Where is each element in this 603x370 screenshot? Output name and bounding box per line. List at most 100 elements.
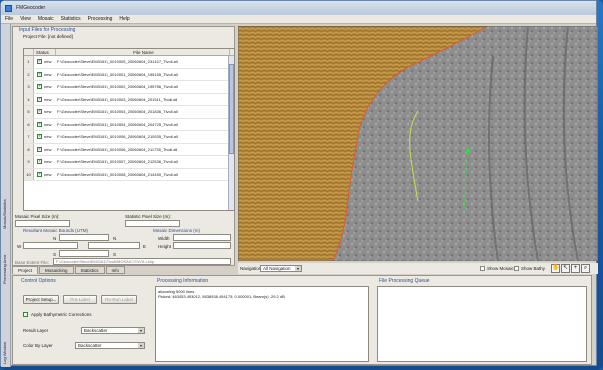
window-title: FMGeocoder xyxy=(16,5,46,11)
table-row[interactable]: 7 new F:\Geocoder\Steve\EM3161\_0010006_20… xyxy=(24,131,234,144)
row-status: new xyxy=(44,121,52,127)
table-row[interactable]: 4 new F:\Geocoder\Steve\EM3161\_0010003_20… xyxy=(24,93,234,106)
table-row[interactable]: 6 new F:\Geocoder\Steve\EM3161\_0010004_20… xyxy=(24,118,234,131)
row-checkbox[interactable] xyxy=(37,133,42,140)
result-layer-select[interactable]: Backscatter ▾ xyxy=(81,327,145,334)
zoom-tool-icon[interactable]: ⌕ xyxy=(581,264,590,273)
bound-n-unit: N xyxy=(113,236,117,241)
re-run-label-button[interactable]: Re-Run Label xyxy=(101,295,137,304)
menu-processing[interactable]: Processing xyxy=(88,16,113,22)
chevron-down-icon: ▾ xyxy=(138,343,144,348)
backscatter-mosaic[interactable] xyxy=(238,26,598,261)
table-row[interactable]: 5 new F:\Geocoder\Steve\EM3161\_0010004_20… xyxy=(24,106,234,119)
tab-project[interactable]: Project xyxy=(12,266,39,274)
tab-mosaic-statistics[interactable]: Mosaic/Statistics xyxy=(2,174,10,229)
row-file-name: F:\Geocoder\Steve\EM3161\_0010008_200606… xyxy=(57,171,178,177)
row-checkbox[interactable] xyxy=(37,96,42,102)
show-mosaic-checkbox[interactable] xyxy=(480,266,485,271)
row-status: new xyxy=(44,134,52,140)
map-view[interactable] xyxy=(238,26,598,261)
pointer-tool-icon[interactable]: ↖ xyxy=(561,264,570,273)
menu-file[interactable]: File xyxy=(5,16,13,22)
navigation-select[interactable]: All Navigation ▾ xyxy=(260,265,302,272)
row-checkbox[interactable] xyxy=(37,58,42,65)
row-checkbox[interactable] xyxy=(37,83,42,90)
color-by-layer-label: Color By Layer xyxy=(23,343,53,348)
mosaic-pixel-size-input[interactable] xyxy=(15,220,70,227)
navigation-label: Navigation xyxy=(240,266,262,271)
table-row[interactable]: 8 new F:\Geocoder\Steve\EM3161\_0010006_20… xyxy=(24,143,234,156)
row-index: 1 xyxy=(24,56,34,68)
table-row[interactable]: 3 new F:\Geocoder\Steve\EM3161\_0010002_20… xyxy=(24,81,234,94)
processing-info-title: Processing Information xyxy=(157,278,209,284)
color-by-layer-select[interactable]: Backscatter ▾ xyxy=(75,342,145,349)
zoom-in-icon[interactable]: + xyxy=(571,264,580,273)
bound-s-unit: S xyxy=(113,252,117,257)
row-status: new xyxy=(44,159,52,165)
row-status: new xyxy=(44,59,52,65)
row-file-name: F:\Geocoder\Steve\EM3161\_0010001_200606… xyxy=(57,71,178,77)
desktop-frame: FMGeocoder File View Mosaic Statistics P… xyxy=(0,0,603,370)
menu-view[interactable]: View xyxy=(20,16,31,22)
navigation-bar: Navigation All Navigation ▾ Show Mosaic … xyxy=(238,263,598,274)
bound-s-input[interactable] xyxy=(59,250,109,257)
table-row[interactable]: 10 new F:\Geocoder\Steve\EM3161\_0010008_2… xyxy=(24,168,234,181)
tab-mosaicking[interactable]: Mosaicking xyxy=(39,266,74,274)
table-row[interactable]: 9 new F:\Geocoder\Steve\EM3161\_0010007_20… xyxy=(24,156,234,169)
extent-file-label: Base Extent File: xyxy=(15,260,50,265)
table-row[interactable]: 2 new F:\Geocoder\Steve\EM3161\_0010001_20… xyxy=(24,68,234,81)
tab-info[interactable]: Info xyxy=(105,266,126,274)
bound-w-input[interactable] xyxy=(23,242,78,249)
width-label: Width xyxy=(158,236,170,241)
row-checkbox[interactable] xyxy=(37,146,42,152)
row-file-name: F:\Geocoder\Steve\EM3161\_0010004_200606… xyxy=(57,109,178,115)
row-file-name: F:\Geocoder\Steve\EM3161\_0010002_200606… xyxy=(57,84,178,90)
row-checkbox[interactable] xyxy=(37,121,42,127)
row-checkbox[interactable] xyxy=(37,71,42,77)
table-row[interactable]: 1 new F:\Geocoder\Steve\EM3161\_0010005_20… xyxy=(24,56,234,69)
col-index xyxy=(24,49,34,55)
show-bathy-checkbox[interactable] xyxy=(514,266,519,271)
row-status: new xyxy=(44,171,52,177)
processing-queue-list[interactable] xyxy=(377,286,587,362)
row-status: new xyxy=(44,96,52,102)
processing-info-log[interactable]: allocating 5000 lines Picked: 463453.493… xyxy=(155,286,369,362)
result-layer-label: Result Layer xyxy=(23,328,49,333)
mosaic-bounds-label: Resultant Mosaic Bounds (UTM) xyxy=(23,228,89,233)
result-layer-value: Backscatter xyxy=(84,328,108,333)
row-index: 8 xyxy=(24,143,34,155)
apply-bathy-checkbox[interactable] xyxy=(23,312,28,317)
row-index: 5 xyxy=(24,106,34,118)
col-status[interactable]: Status xyxy=(34,49,56,55)
pan-tool-icon[interactable]: ✋ xyxy=(551,264,560,273)
show-mosaic-label: Show Mosaic xyxy=(487,266,514,271)
side-tool-strip: Processing Area Mosaic/Statistics Log Wi… xyxy=(1,24,11,367)
row-index: 2 xyxy=(24,68,34,80)
tab-log-window[interactable]: Log Window xyxy=(2,324,10,364)
menu-help[interactable]: Help xyxy=(119,16,129,22)
row-checkbox[interactable] xyxy=(37,108,42,115)
row-checkbox[interactable] xyxy=(37,158,42,165)
file-table-scrollbar[interactable] xyxy=(228,56,234,210)
project-setup-button[interactable]: Project Setup... xyxy=(23,295,59,304)
file-table[interactable]: Status File Name 1 new F:\Geocoder\Steve\E… xyxy=(23,48,235,211)
menu-mosaic[interactable]: Mosaic xyxy=(38,16,54,22)
scroll-thumb[interactable] xyxy=(229,64,234,154)
pre-label-button[interactable]: Pre-Label xyxy=(63,295,97,304)
row-status: new xyxy=(44,146,52,152)
bound-n-input[interactable] xyxy=(59,234,109,241)
row-file-name: F:\Geocoder\Steve\EM3161\_0010004_200606… xyxy=(57,121,178,127)
menu-statistics[interactable]: Statistics xyxy=(61,16,81,22)
tab-statistics[interactable]: Statistics xyxy=(74,266,105,274)
stat-pixel-size-input[interactable] xyxy=(125,220,180,227)
extent-file-input[interactable]: F:\Geocoder\Steve\EM3161\Tivoli\MOSAIC\T… xyxy=(53,258,231,265)
width-input[interactable] xyxy=(173,234,231,241)
pick-point-marker[interactable] xyxy=(465,148,471,154)
bound-e-input[interactable] xyxy=(88,242,140,249)
file-rows: 1 new F:\Geocoder\Steve\EM3161\_0010005_20… xyxy=(24,56,234,181)
tab-processing-area[interactable]: Processing Area xyxy=(2,234,10,284)
bound-s-label: S xyxy=(53,252,57,257)
height-input[interactable] xyxy=(173,242,231,249)
col-file-name[interactable]: File Name xyxy=(56,49,230,55)
row-checkbox[interactable] xyxy=(37,171,42,177)
